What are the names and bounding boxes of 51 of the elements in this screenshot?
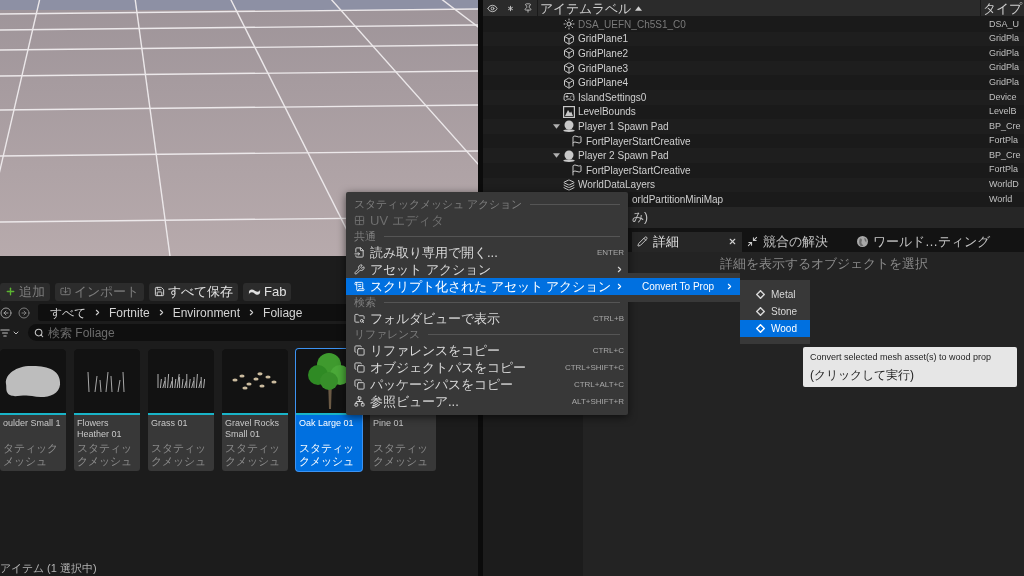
- actor-label: DSA_UEFN_Ch5S1_C0: [578, 17, 686, 32]
- asset-type: スタティックメッシュ: [298, 442, 355, 469]
- outliner-status: み): [632, 211, 648, 224]
- tooltip-text: (クリックして実行): [810, 369, 915, 381]
- actor-label: GridPlane2: [578, 47, 629, 61]
- tooltip-text: Convert selected mesh asset(s) to wood prop: [810, 353, 993, 362]
- menu-section-title: 共通: [354, 231, 376, 242]
- asset-name: Pine 01: [372, 417, 405, 430]
- type-cell-text: GridPla: [988, 61, 1020, 75]
- asset-type: スタティックメッシュ: [224, 442, 281, 469]
- actor-label: GridPlane1: [578, 32, 629, 47]
- shortcut-label: CTRL+B: [593, 312, 624, 325]
- actor-label: Player 2 Spawn Pad: [578, 149, 669, 164]
- shortcut-label: ENTER: [596, 246, 624, 259]
- actor-label: orldPartitionMiniMap: [632, 192, 724, 207]
- asset-name: Grass 01: [150, 417, 189, 430]
- actor-label: Player 1 Spawn Pad: [578, 119, 669, 134]
- menu-section-title: 検索: [354, 297, 376, 308]
- shortcut-label: CTRL+SHIFT+C: [564, 361, 624, 374]
- shortcut-label: CTRL+ALT+C: [573, 378, 624, 391]
- asset-name: Gravel Rocks Small 01: [224, 417, 280, 441]
- actor-label: LevelBounds: [578, 105, 636, 120]
- type-cell-text: GridPla: [988, 46, 1020, 60]
- actor-label: FortPlayerStartCreative: [586, 134, 691, 149]
- shortcut-label: CTRL+C: [592, 344, 624, 357]
- actor-label: WorldDataLayers: [578, 178, 656, 193]
- type-cell-text: World: [988, 192, 1014, 206]
- asset-name: oulder Small 1: [2, 417, 62, 430]
- type-cell-text: GridPla: [988, 32, 1020, 46]
- type-cell-text: BP_Cre: [988, 148, 1022, 162]
- asset-type: タティックメッシュ: [2, 442, 59, 469]
- item-count-status: アイテム (1 選択中): [0, 562, 97, 574]
- asset-name: Flowers Heather 01: [76, 417, 123, 441]
- type-cell-text: WorldD: [988, 178, 1020, 192]
- type-cell-text: Device: [988, 90, 1018, 104]
- type-cell-text: LevelB: [988, 105, 1018, 119]
- type-cell-text: FortPla: [988, 163, 1019, 177]
- asset-type: スタティックメッシュ: [150, 442, 207, 469]
- empty-details-message: 詳細を表示するオブジェクトを選択: [719, 256, 928, 270]
- asset-name: Oak Large 01: [298, 417, 355, 430]
- asset-type: スタティックメッシュ: [76, 442, 133, 469]
- type-cell-text: FortPla: [988, 134, 1019, 148]
- type-cell-text: BP_Cre: [988, 119, 1022, 133]
- type-cell-text: GridPla: [988, 75, 1020, 89]
- actor-label: GridPlane3: [578, 61, 629, 76]
- type-cell-text: DSA_U: [988, 17, 1020, 31]
- asset-type: スタティックメッシュ: [372, 442, 429, 469]
- actor-label: FortPlayerStartCreative: [586, 163, 691, 178]
- actor-label: IslandSettings0: [578, 90, 647, 105]
- shortcut-label: ALT+SHIFT+R: [571, 395, 624, 408]
- actor-label: GridPlane4: [578, 76, 629, 91]
